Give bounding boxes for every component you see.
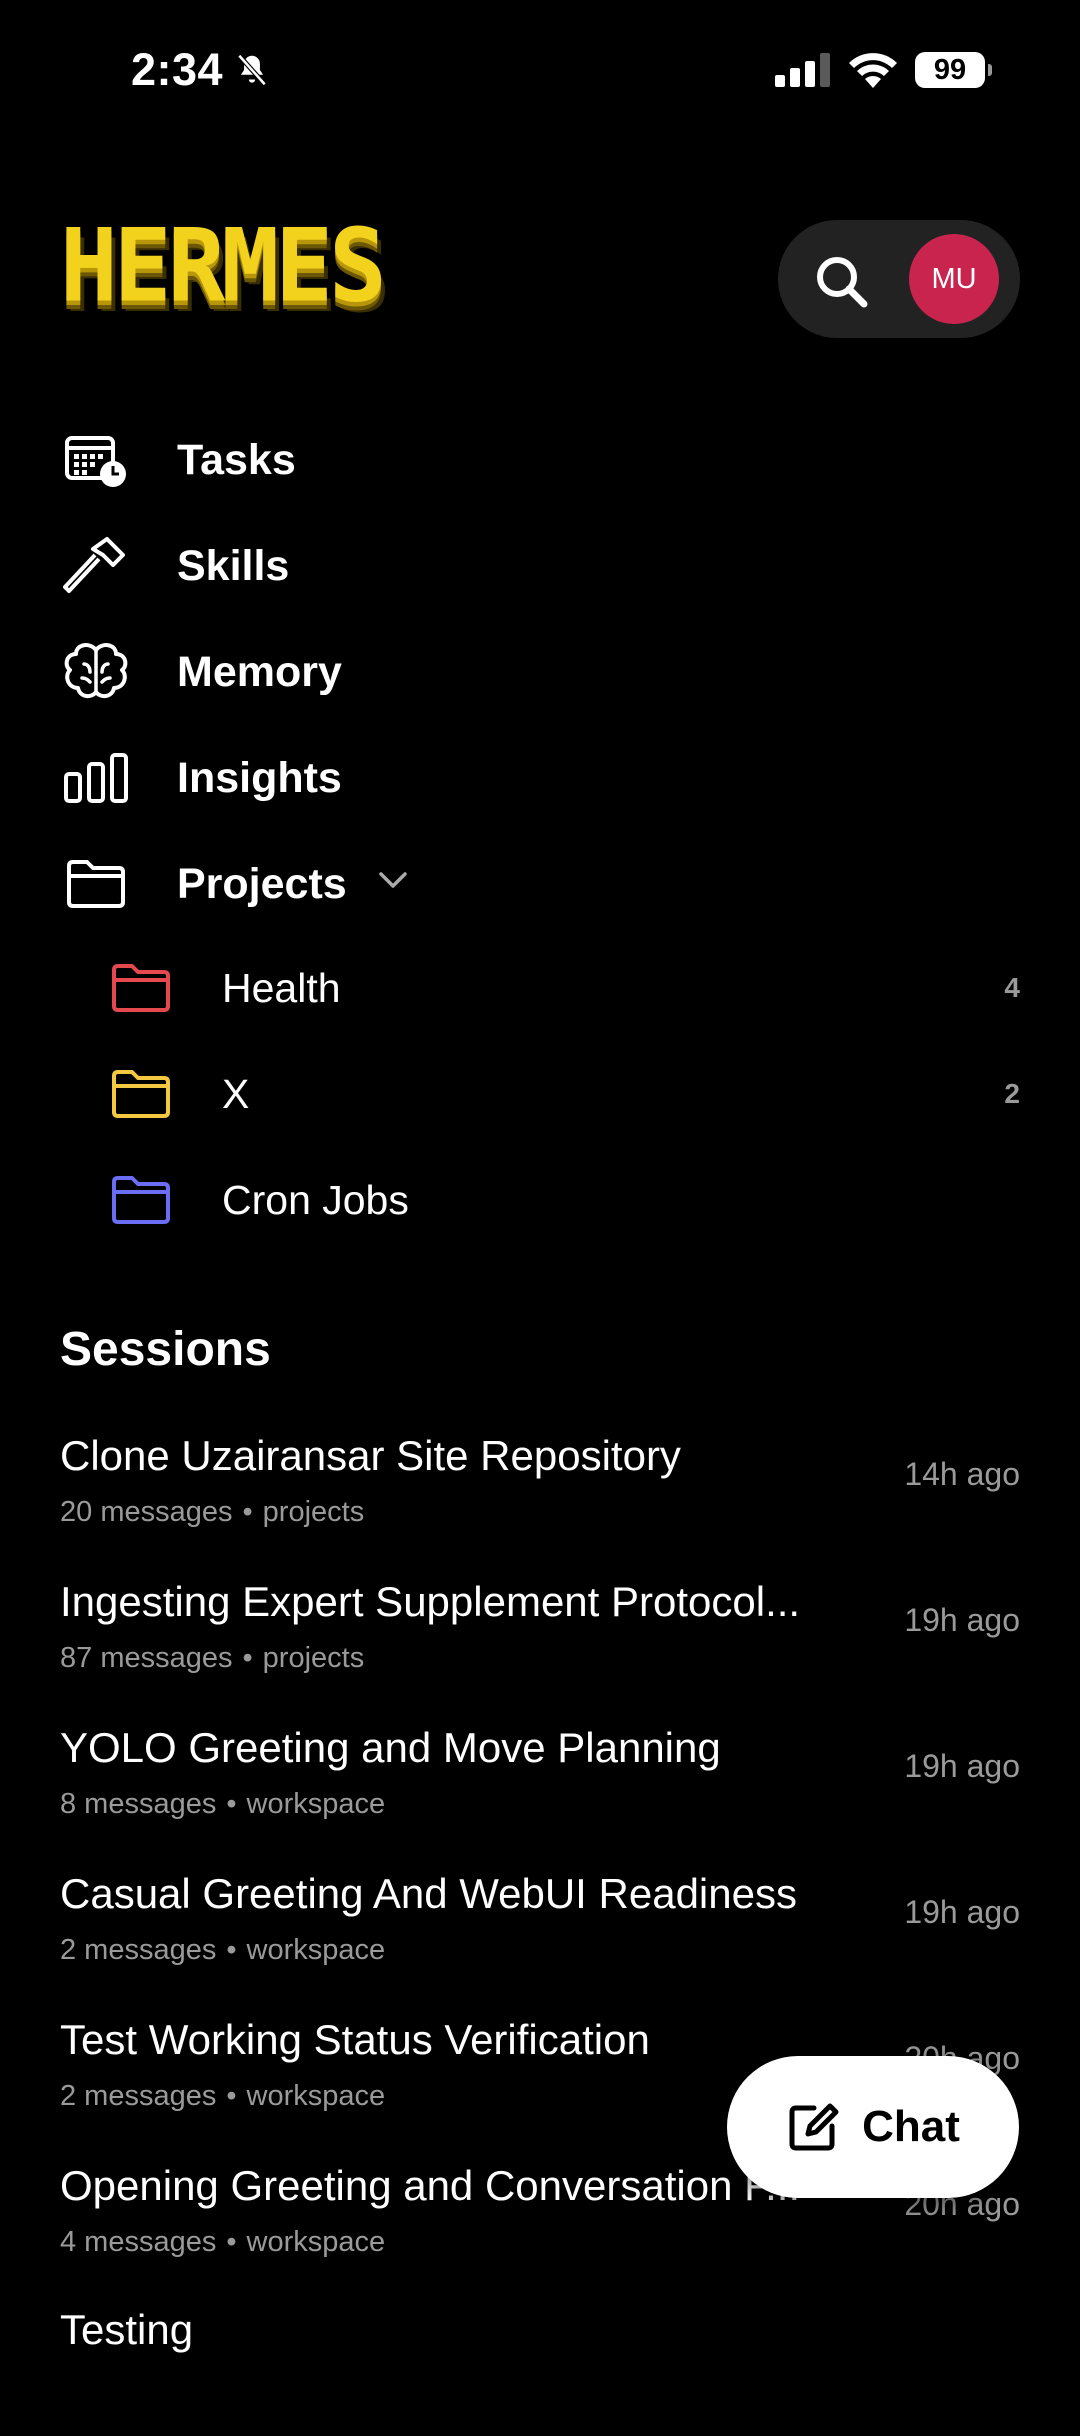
project-item-cron-jobs[interactable]: Cron Jobs [110, 1160, 1020, 1240]
bar-chart-icon [60, 742, 132, 814]
session-item[interactable]: Ingesting Expert Supplement Protocol... … [60, 1578, 1020, 1708]
nav-item-insights[interactable]: Insights [60, 738, 342, 818]
session-scope: projects [262, 1496, 365, 1528]
status-time: 2:34 [131, 44, 271, 96]
session-title: YOLO Greeting and Move Planning [60, 1724, 721, 1771]
session-message-count: 2 messages [60, 1934, 217, 1966]
session-meta: 8 messages • workspace [60, 1788, 385, 1821]
calendar-clock-icon [60, 424, 132, 496]
avatar[interactable]: MU [909, 234, 999, 324]
project-name: Health [222, 964, 341, 1011]
meta-separator: • [226, 1788, 237, 1820]
folder-icon [112, 964, 170, 1012]
nav-item-projects[interactable]: Projects [60, 844, 407, 924]
meta-separator: • [226, 1934, 237, 1966]
session-message-count: 8 messages [60, 1788, 217, 1820]
session-title: Testing [60, 2306, 194, 2353]
project-count: 4 [1004, 972, 1020, 1003]
compose-icon [789, 2103, 839, 2151]
session-item[interactable]: YOLO Greeting and Move Planning 8 messag… [60, 1724, 1020, 1854]
session-scope: workspace [246, 1788, 386, 1820]
status-indicators: 99 [775, 52, 992, 88]
session-message-count: 87 messages [60, 1642, 233, 1674]
chevron-down-icon[interactable] [378, 870, 408, 890]
app-logo: HERMES [60, 207, 387, 325]
session-meta: 2 messages • workspace [60, 1934, 385, 1967]
session-time: 14h ago [904, 1456, 1020, 1492]
folder-icon [60, 848, 132, 920]
session-time: 19h ago [904, 1602, 1020, 1638]
status-time-text: 2:34 [131, 44, 224, 95]
session-title: Clone Uzairansar Site Repository [60, 1432, 681, 1479]
session-title: Test Working Status Verification [60, 2016, 650, 2063]
bell-slash-icon [237, 54, 267, 86]
search-button[interactable] [814, 254, 870, 310]
nav-label-skills: Skills [177, 541, 290, 590]
meta-separator: • [242, 1642, 253, 1674]
nav-item-memory[interactable]: Memory [60, 632, 342, 712]
project-item-health[interactable]: Health 4 [110, 948, 1020, 1028]
project-item-x[interactable]: X 2 [110, 1054, 1020, 1134]
meta-separator: • [226, 2226, 237, 2258]
header-actions: MU [778, 220, 1020, 338]
nav-item-tasks[interactable]: Tasks [60, 420, 296, 500]
project-count: 2 [1004, 1078, 1020, 1109]
chat-button[interactable]: Chat [727, 2056, 1019, 2198]
session-title: Ingesting Expert Supplement Protocol... [60, 1578, 801, 1625]
session-meta: 20 messages • projects [60, 1496, 364, 1529]
search-icon [817, 257, 868, 308]
wifi-icon [849, 53, 897, 88]
battery-icon: 99 [915, 52, 992, 88]
session-item[interactable]: Casual Greeting And WebUI Readiness 2 me… [60, 1870, 1020, 2000]
session-scope: workspace [246, 2226, 386, 2258]
folder-icon [112, 1176, 170, 1224]
nav-label-projects: Projects [177, 859, 347, 908]
session-scope: projects [262, 1642, 365, 1674]
session-message-count: 2 messages [60, 2080, 217, 2112]
meta-separator: • [242, 1496, 253, 1528]
session-meta: 2 messages • workspace [60, 2080, 385, 2113]
status-bar: 2:34 99 [0, 0, 1080, 140]
brain-icon [60, 636, 132, 708]
sessions-heading: Sessions [60, 1323, 271, 1376]
session-meta: 87 messages • projects [60, 1642, 364, 1675]
session-time: 19h ago [904, 1894, 1020, 1930]
nav-label-tasks: Tasks [177, 435, 296, 484]
session-item[interactable]: Clone Uzairansar Site Repository 20 mess… [60, 1432, 1020, 1562]
session-message-count: 20 messages [60, 1496, 233, 1528]
signal-icon [775, 53, 830, 87]
project-name: X [222, 1070, 250, 1117]
session-item[interactable]: Testing [60, 2306, 1020, 2436]
folder-icon [112, 1070, 170, 1118]
project-name: Cron Jobs [222, 1176, 409, 1223]
session-message-count: 4 messages [60, 2226, 217, 2258]
nav-label-insights: Insights [177, 753, 342, 802]
session-scope: workspace [246, 1934, 386, 1966]
chat-button-label: Chat [862, 2102, 960, 2151]
session-title: Casual Greeting And WebUI Readiness [60, 1870, 797, 1917]
nav-label-memory: Memory [177, 647, 342, 696]
hammer-icon [60, 530, 132, 602]
session-time: 19h ago [904, 1748, 1020, 1784]
session-scope: workspace [246, 2080, 386, 2112]
nav-item-skills[interactable]: Skills [60, 526, 289, 606]
session-meta: 4 messages • workspace [60, 2226, 385, 2259]
meta-separator: • [226, 2080, 237, 2112]
